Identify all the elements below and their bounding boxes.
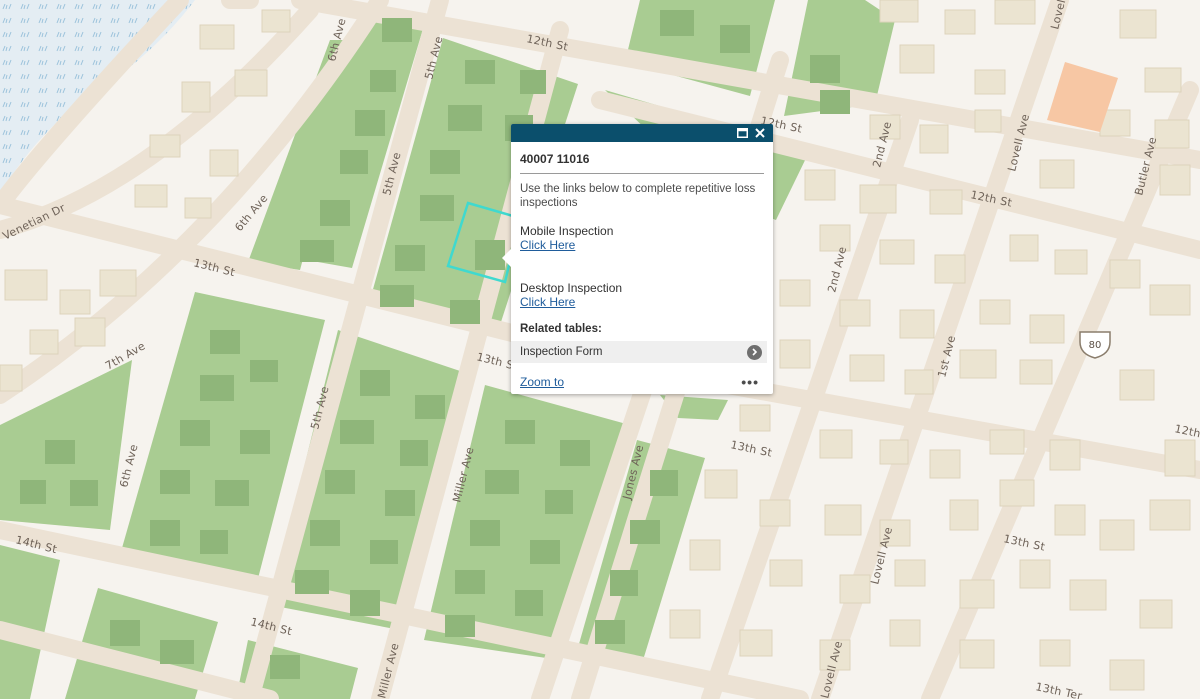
more-options-icon[interactable]: ••• — [741, 374, 759, 390]
related-table-inspection-form[interactable]: Inspection Form — [511, 341, 767, 363]
mobile-inspection-label: Mobile Inspection — [520, 224, 614, 238]
popup-footer: Zoom to ••• — [520, 374, 759, 390]
mobile-inspection-link[interactable]: Click Here — [520, 238, 764, 252]
zoom-to-link[interactable]: Zoom to — [520, 375, 564, 389]
popup-body: 40007 11016 Use the links below to compl… — [511, 142, 773, 363]
close-icon[interactable] — [751, 125, 769, 141]
related-tables-title: Related tables: — [520, 323, 602, 335]
maximize-icon[interactable] — [733, 125, 751, 141]
popup-header — [511, 124, 773, 142]
desktop-inspection-link[interactable]: Click Here — [520, 295, 764, 309]
desktop-inspection-label: Desktop Inspection — [520, 281, 623, 295]
chevron-right-icon — [747, 344, 762, 360]
feature-popup: 40007 11016 Use the links below to compl… — [502, 124, 773, 394]
related-table-label: Inspection Form — [520, 346, 603, 358]
svg-text:80: 80 — [1089, 340, 1102, 351]
popup-pointer — [502, 248, 512, 268]
popup-description: Use the links below to complete repetiti… — [520, 183, 756, 209]
popup-title: 40007 11016 — [520, 152, 764, 174]
